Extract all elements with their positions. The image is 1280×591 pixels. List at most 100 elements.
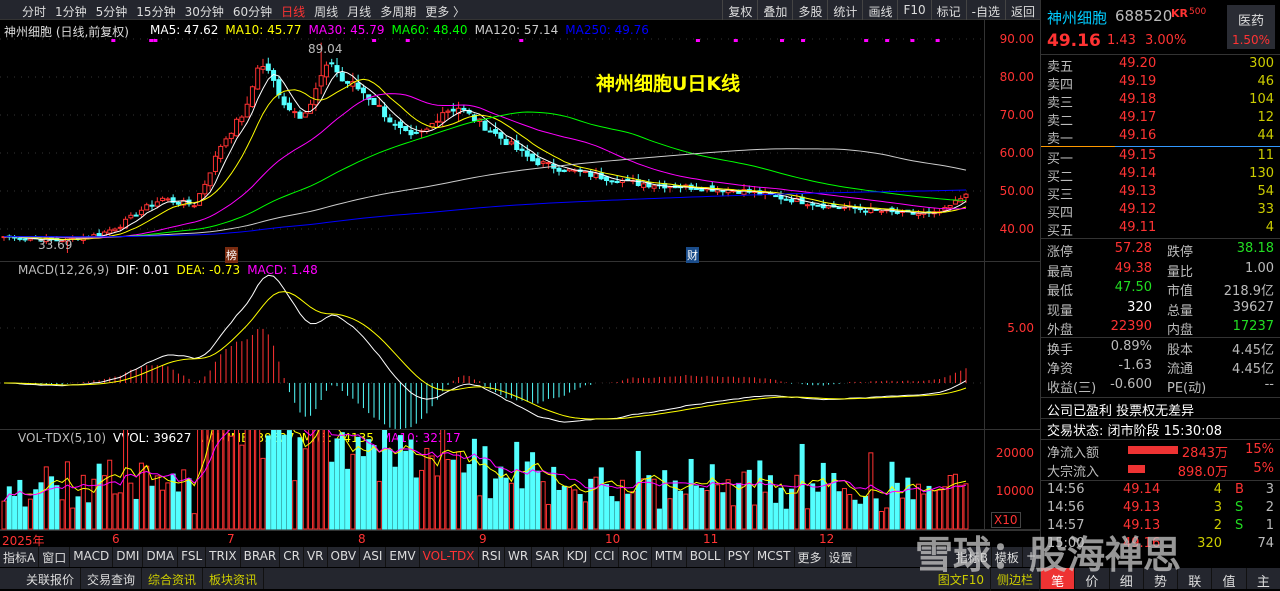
candle-body [334,65,340,73]
period-tab[interactable]: 分时 [22,3,46,20]
stat-row: 外盘 22390 内盘 17237 [1047,319,1274,338]
indicator-tab[interactable]: VOL-TDX [420,547,479,567]
volume-bar [889,461,895,530]
price-panel[interactable]: 神州细胞 (日线,前复权) MA5: 47.62 MA10: 45.77 MA30:… [0,20,1040,263]
indicator-tab[interactable]: CCI [591,547,619,567]
trade-status-text: 交易状态: 闭市阶段 15:30:08 [1047,424,1223,439]
indicator-tab[interactable]: BOLL [687,547,725,567]
indicator-tab[interactable]: DMA [143,547,179,567]
candle-body [445,110,451,113]
indicator-tab[interactable]: MCST [754,547,795,567]
sidebar-tab[interactable]: 值 [1212,568,1247,590]
volume-axis: 20000 10000 X10 [984,430,1040,529]
indicator-right-tab[interactable]: 模板 [992,547,1023,567]
toolbar-button[interactable]: 多股 [792,0,827,20]
volume-bar [937,489,943,530]
volume-bar [863,495,869,530]
indicator-tab[interactable]: VR [304,547,328,567]
volume-panel[interactable]: VOL-TDX(5,10) VVOL: 39627 VOLUME: 39627 … [0,430,1040,530]
indicator-tab[interactable]: FSL [178,547,207,567]
volume-bar [408,439,414,530]
period-tab[interactable]: 5分钟 [96,3,128,20]
indicator-tab[interactable]: MTM [652,547,687,567]
indicator-tab[interactable]: KDJ [564,547,592,567]
volume-bar [561,485,567,530]
indicator-tab[interactable]: ASI [360,547,387,567]
stat-label: 净资 [1047,362,1074,377]
indicator-tab[interactable]: CR [280,547,304,567]
toolbar-button[interactable]: 统计 [827,0,862,20]
company-note: 公司已盈利 投票权无差异 [1047,400,1274,419]
indicator-tab[interactable]: WR [505,547,533,567]
toolbar-button[interactable]: 标记 [930,0,966,20]
period-tab[interactable]: 30分钟 [185,3,224,20]
indicator-tab[interactable]: MACD [70,547,114,567]
candle-body [482,120,488,131]
dragon-tiger-marker[interactable]: 榜 [225,247,238,263]
indicator-tab[interactable]: 更多 [795,547,826,567]
candle-body [376,104,382,107]
volume-bar [101,475,107,530]
macd-axis: 5.00 [984,262,1040,429]
volume-bar [873,498,879,530]
sidebar-tab[interactable]: 主 [1247,568,1280,590]
indicator-tab[interactable]: 设置 [826,547,857,567]
macd-panel[interactable]: MACD(12,26,9) DIF: 0.01 DEA: -0.73 MACD:… [0,262,1040,430]
indicator-tab[interactable]: SAR [532,547,564,567]
indicator-tab[interactable]: PSY [725,547,754,567]
indicator-tab[interactable]: ROC [619,547,652,567]
toolbar-button[interactable]: 画线 [862,0,897,20]
finance-marker[interactable]: 财 [686,247,699,263]
level-label: 买二 [1047,170,1074,185]
sidebar-tab[interactable]: 势 [1144,568,1179,590]
toolbar-button[interactable]: 叠加 [757,0,792,20]
indicator-tab[interactable]: TRIX [206,547,241,567]
toolbar-button[interactable]: 复权 [722,0,757,20]
volume-bar [466,464,472,530]
toolbar-button[interactable]: F10 [897,0,930,20]
indicator-tab[interactable]: DMI [113,547,144,567]
volume-bar [810,483,816,530]
period-tab[interactable]: 更多 〉 [425,3,465,20]
volume-bar [789,488,795,530]
toolbar-button[interactable]: -自选 [965,0,1005,20]
candle-body [308,103,314,114]
bottom-tab[interactable]: 交易查询 [81,568,143,589]
volume-bar [878,510,884,530]
bottom-tab[interactable]: 板块资讯 [203,568,265,589]
indicator-right-tab[interactable]: + [1023,547,1040,567]
indicator-tab[interactable]: EMV [386,547,420,567]
sidebar-tab[interactable]: 价 [1075,568,1110,590]
period-tab[interactable]: 15分钟 [136,3,175,20]
macd-chart[interactable] [0,262,984,430]
indicator-tab[interactable]: 指标A [0,547,40,567]
candle-body [27,238,33,241]
period-tab[interactable]: 60分钟 [233,3,272,20]
candlestick-chart[interactable] [0,20,984,262]
sidebar-tab[interactable]: 联 [1178,568,1213,590]
toolbar-button[interactable]: 返回 [1004,0,1040,20]
indicator-tab[interactable]: 窗口 [39,547,71,567]
volume-bar [963,483,969,530]
period-tab[interactable]: 1分钟 [55,3,87,20]
indicator-tab[interactable]: BRAR [241,547,281,567]
bottom-tab[interactable]: 综合资讯 [142,568,204,589]
volume-chart[interactable] [0,430,984,530]
indicator-right-tab[interactable]: 指标B [953,547,992,567]
period-tab[interactable]: 月线 [347,3,371,20]
volume-bar [688,458,694,530]
period-tab[interactable]: 日线 [281,3,305,20]
sidebar-tab[interactable]: 细 [1110,568,1144,590]
volume-bar [699,487,705,530]
volume-bar [910,499,916,530]
period-tab[interactable]: 周线 [314,3,338,20]
indicator-tab[interactable]: OBV [328,547,361,567]
tick-volume: 320 [1197,536,1222,551]
period-tab[interactable]: 多周期 [380,3,416,20]
orderbook-row-buy: 买一 49.15 11 [1047,148,1274,167]
bottom-right-tab[interactable]: 侧边栏 [991,568,1040,591]
sidebar-tab[interactable]: 笔 [1041,568,1076,590]
indicator-tab[interactable]: RSI [479,547,506,567]
bottom-tab[interactable]: 关联报价 [20,568,82,589]
bottom-right-tab[interactable]: 图文F10 [932,568,991,591]
